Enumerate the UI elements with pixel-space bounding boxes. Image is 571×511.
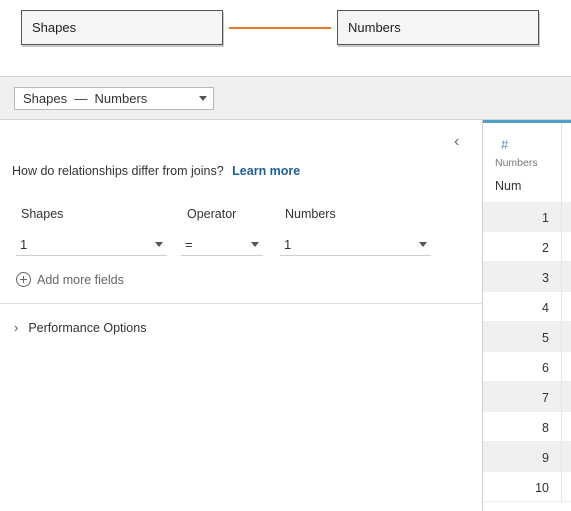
divider	[0, 303, 482, 304]
table-card-shapes[interactable]: Shapes	[21, 10, 223, 45]
relationship-select-label: Shapes — Numbers	[23, 91, 148, 106]
number-type-icon[interactable]: #	[501, 137, 508, 152]
table-row: 1	[483, 202, 571, 232]
chevron-down-icon	[155, 242, 163, 247]
table-card-numbers[interactable]: Numbers	[337, 10, 539, 45]
help-line: How do relationships differ from joins? …	[12, 164, 300, 178]
chevron-down-icon	[419, 242, 427, 247]
performance-options-label: Performance Options	[28, 320, 147, 335]
cell-value: 3	[542, 271, 549, 285]
relationship-select[interactable]: Shapes — Numbers	[14, 87, 214, 110]
cell-value: 5	[542, 331, 549, 345]
relationship-canvas: Shapes Numbers	[0, 0, 571, 77]
cell-separator	[561, 382, 562, 412]
cell-separator	[561, 292, 562, 322]
column-separator	[561, 123, 562, 202]
table-row: 7	[483, 382, 571, 412]
cell-separator	[561, 412, 562, 442]
left-field-label: Shapes	[21, 207, 64, 221]
chevron-down-icon	[199, 96, 207, 101]
cell-value: 8	[542, 421, 549, 435]
left-field-select[interactable]: 1	[16, 232, 167, 256]
table-row: 5	[483, 322, 571, 352]
table-row: 6	[483, 352, 571, 382]
operator-label: Operator	[187, 207, 237, 221]
learn-more-link[interactable]: Learn more	[232, 164, 300, 178]
cell-separator	[561, 322, 562, 352]
help-text: How do relationships differ from joins?	[12, 164, 224, 178]
add-more-fields-label: Add more fields	[37, 272, 124, 287]
plus-circle-icon	[16, 272, 31, 287]
operator-value: =	[185, 237, 193, 252]
cell-value: 2	[542, 241, 549, 255]
cell-value: 4	[542, 301, 549, 315]
table-row: 2	[483, 232, 571, 262]
edit-relationship-panel: ‹ How do relationships differ from joins…	[0, 120, 482, 511]
table-row: 10	[483, 472, 571, 502]
performance-options-toggle[interactable]: › Performance Options	[14, 320, 146, 335]
data-grid: # Numbers Num 1 2 3 4 5 6 7 8 9 10	[483, 120, 571, 511]
cell-value: 1	[542, 211, 549, 225]
right-field-select[interactable]: 1	[280, 232, 431, 256]
cell-separator	[561, 352, 562, 382]
operator-select[interactable]: =	[181, 232, 263, 256]
grid-rows: 1 2 3 4 5 6 7 8 9 10	[483, 202, 571, 502]
cell-separator	[561, 442, 562, 472]
column-header[interactable]: # Numbers Num	[483, 120, 571, 202]
table-row: 9	[483, 442, 571, 472]
cell-value: 6	[542, 361, 549, 375]
right-field-label: Numbers	[285, 207, 336, 221]
chevron-right-icon: ›	[14, 320, 19, 335]
table-row: 8	[483, 412, 571, 442]
left-field-value: 1	[20, 237, 28, 252]
relationship-noodle[interactable]	[229, 27, 331, 29]
right-field-value: 1	[284, 237, 292, 252]
table-row: 3	[483, 262, 571, 292]
cell-separator	[561, 202, 562, 232]
cell-separator	[561, 472, 562, 502]
column-name: Num	[495, 179, 522, 193]
cell-value: 7	[542, 391, 549, 405]
relationship-bar: Shapes — Numbers	[0, 76, 571, 120]
cell-value: 9	[542, 451, 549, 465]
cell-separator	[561, 262, 562, 292]
chevron-left-icon[interactable]: ‹	[454, 133, 459, 151]
add-more-fields-button[interactable]: Add more fields	[16, 272, 124, 287]
table-row: 4	[483, 292, 571, 322]
chevron-down-icon	[251, 242, 259, 247]
cell-value: 10	[535, 481, 549, 495]
cell-separator	[561, 232, 562, 262]
column-source: Numbers	[495, 157, 538, 169]
